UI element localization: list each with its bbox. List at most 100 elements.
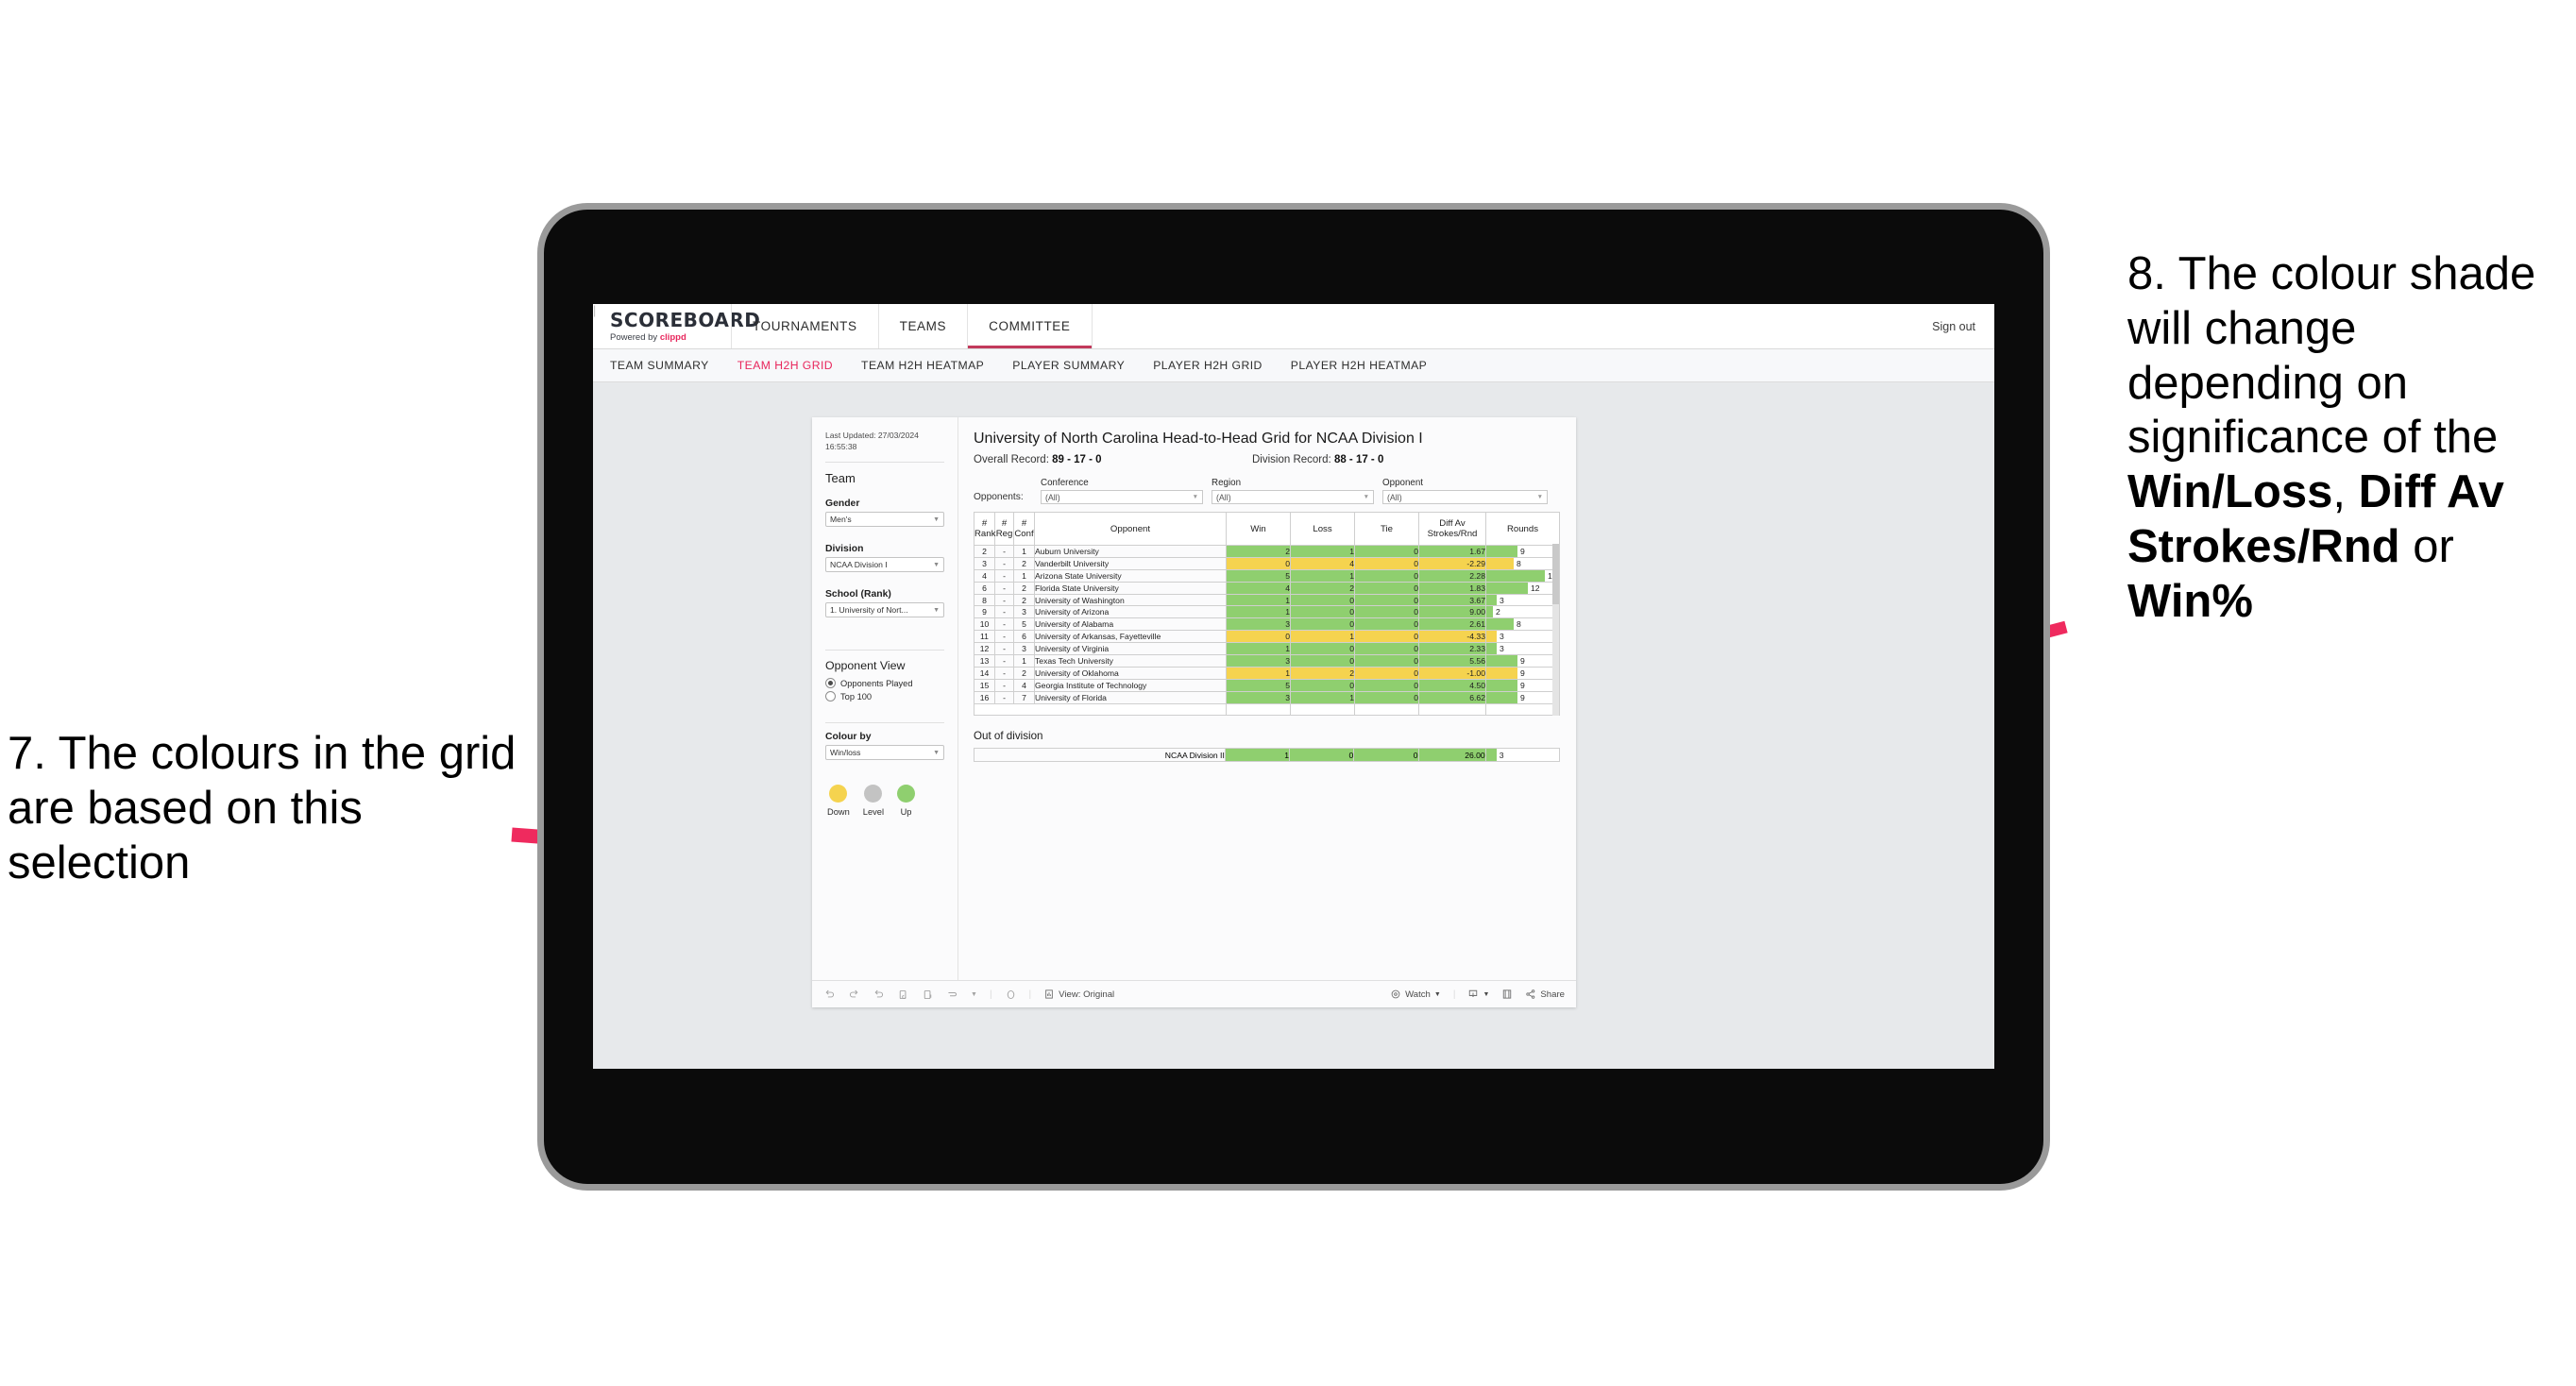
filler-cell: [974, 702, 1227, 717]
cell-rank: 13: [974, 654, 995, 668]
cell-rounds: 9: [1485, 690, 1560, 704]
cell-opponent: Texas Tech University: [1034, 654, 1227, 668]
table-row[interactable]: 10-5 University of Alabama 3 0 0 2.61 8: [974, 617, 1560, 632]
school-select-value: 1. University of Nort...: [830, 605, 908, 616]
table-row[interactable]: 4-1Arizona State University5102.2817: [974, 568, 1560, 583]
subnav-team-h2h-heatmap[interactable]: TEAM H2H HEATMAP: [861, 359, 984, 372]
refresh-data-icon[interactable]: [897, 989, 909, 1001]
radio-top-100[interactable]: Top 100: [825, 691, 944, 702]
cell-reg: -: [994, 568, 1014, 583]
colour-by-label: Colour by: [825, 732, 872, 743]
cell-conf: 2: [1013, 666, 1035, 680]
nav-item-teams[interactable]: TEAMS: [879, 304, 968, 348]
cell-reg: -: [994, 654, 1014, 668]
table-row[interactable]: 8-2 University of Washington 1 0 0 3.67 3: [974, 593, 1560, 607]
column-header-diff-av-strokes-rnd[interactable]: Diff Av Strokes/Rnd: [1418, 512, 1486, 546]
radio-icon: [825, 691, 836, 702]
view-original-button[interactable]: View: Original: [1043, 989, 1114, 1000]
column-header-conf[interactable]: # Conf: [1013, 512, 1035, 546]
nav-item-tournaments[interactable]: TOURNAMENTS: [732, 304, 878, 348]
column-header-win[interactable]: Win: [1226, 512, 1291, 546]
annotation-right-text: 8. The colour shade will change dependin…: [2127, 247, 2571, 630]
filter-region-select[interactable]: (All) ▼: [1212, 490, 1374, 504]
share-button[interactable]: Share: [1525, 989, 1565, 1000]
pane-divider: [825, 722, 944, 724]
column-header-reg[interactable]: # Reg: [994, 512, 1014, 546]
table-row[interactable]: 3-2 Vanderbilt University 0 4 0 -2.29 8: [974, 556, 1560, 570]
column-header-opponent[interactable]: Opponent: [1034, 512, 1227, 546]
column-header-rank[interactable]: # Rank: [974, 512, 996, 546]
cell-loss: 0: [1290, 642, 1355, 656]
watch-button[interactable]: Watch ▼: [1390, 989, 1441, 1000]
rounds-bar: [1486, 679, 1517, 691]
subnav-player-h2h-grid[interactable]: PLAYER H2H GRID: [1153, 359, 1263, 372]
colour-by-select[interactable]: Win/loss ▼: [825, 745, 944, 761]
subnav-team-h2h-grid[interactable]: TEAM H2H GRID: [737, 359, 833, 372]
filter-pane: Last Updated: 27/03/2024 16:55:38 Team G…: [812, 417, 958, 980]
column-header-loss[interactable]: Loss: [1290, 512, 1355, 546]
redo-icon[interactable]: [848, 989, 860, 1001]
gender-select[interactable]: Men's ▼: [825, 512, 944, 528]
highlight-icon[interactable]: [1005, 989, 1017, 1001]
cell-opponent: University of Oklahoma: [1034, 666, 1227, 680]
table-row[interactable]: 13-1 Texas Tech University 3 0 0 5.56 9: [974, 654, 1560, 668]
radio-opponents-played[interactable]: Opponents Played: [825, 678, 944, 689]
school-select[interactable]: 1. University of Nort... ▼: [825, 602, 944, 618]
scrollbar-thumb[interactable]: [1552, 544, 1559, 604]
filter-conference-select[interactable]: (All) ▼: [1041, 490, 1203, 504]
filler-cell: [1354, 702, 1419, 717]
revert-icon[interactable]: [873, 989, 885, 1001]
cell-rounds: 9: [1485, 678, 1560, 692]
filter-opponent-value: (All): [1387, 492, 1402, 502]
sign-out-link[interactable]: Sign out: [1932, 320, 1975, 333]
filter-opponent-select[interactable]: (All) ▼: [1382, 490, 1548, 504]
header-line: Rank: [974, 529, 996, 539]
chevron-down-icon[interactable]: ▼: [971, 991, 977, 998]
column-header-tie[interactable]: Tie: [1354, 512, 1419, 546]
fullscreen-icon[interactable]: [1501, 989, 1513, 1000]
table-scrollbar[interactable]: [1552, 544, 1559, 717]
subnav-player-h2h-heatmap[interactable]: PLAYER H2H HEATMAP: [1291, 359, 1427, 372]
cell-ood-opponent: NCAA Division II: [974, 748, 1226, 763]
rounds-bar: [1486, 618, 1514, 631]
cell-conf: 5: [1013, 617, 1035, 632]
table-row[interactable]: 9-3 University of Arizona 1 0 0 9.00 2: [974, 605, 1560, 619]
cell-loss: 1: [1290, 690, 1355, 704]
last-updated: Last Updated: 27/03/2024 16:55:38: [825, 431, 944, 452]
cell-rank: 9: [974, 605, 995, 619]
subnav-team-summary[interactable]: TEAM SUMMARY: [610, 359, 709, 372]
table-row[interactable]: 6-2 Florida State University 4 2 0 1.83 12: [974, 581, 1560, 595]
pause-updates-icon[interactable]: [922, 989, 934, 1001]
filler-cell: [1290, 702, 1355, 717]
filter-icon[interactable]: [946, 989, 958, 1001]
division-select[interactable]: NCAA Division I ▼: [825, 557, 944, 573]
table-row[interactable]: 14-2 University of Oklahoma 1 2 0 -1.00 9: [974, 666, 1560, 680]
header-line: Rounds: [1506, 523, 1539, 534]
cell-tie: 0: [1354, 678, 1419, 692]
table-row[interactable]: 11-6 University of Arkansas, Fayetteville…: [974, 630, 1560, 644]
opponent-filters: Opponents: Conference (All) ▼ Region (Al…: [974, 478, 1560, 504]
cell-loss: 0: [1290, 593, 1355, 607]
cell-reg: -: [994, 666, 1014, 680]
table-row[interactable]: 16-7 University of Florida 3 1 0 6.62 9: [974, 690, 1560, 704]
brand-title: SCOREBOARD: [610, 308, 761, 331]
table-row[interactable]: 2-1 Auburn University 2 1 0 1.67 9: [974, 545, 1560, 558]
download-button[interactable]: ▼: [1467, 989, 1489, 1000]
cell-rank: 6: [974, 581, 995, 595]
watch-label: Watch: [1405, 989, 1431, 1000]
out-of-division-row[interactable]: NCAA Division II 1 0 0 26.00 3: [974, 748, 1561, 763]
dashboard-body: Last Updated: 27/03/2024 16:55:38 Team G…: [812, 417, 1576, 980]
table-row[interactable]: 15-4 Georgia Institute of Technology 5 0 0 4.…: [974, 678, 1560, 692]
cell-diff: 1.67: [1418, 545, 1486, 558]
undo-icon[interactable]: [823, 989, 836, 1001]
cell-opponent: Arizona State University: [1034, 568, 1227, 583]
table-row[interactable]: 12-3 University of Virginia 1 0 0 2.33 3: [974, 642, 1560, 656]
subnav-player-summary[interactable]: PLAYER SUMMARY: [1012, 359, 1125, 372]
nav-item-committee[interactable]: COMMITTEE: [968, 304, 1092, 348]
cell-opponent: University of Florida: [1034, 690, 1227, 704]
brand-logo[interactable]: SCOREBOARD Powered by clippd: [593, 308, 761, 343]
radio-opponents-played-label: Opponents Played: [840, 678, 913, 688]
cell-rank: 8: [974, 593, 995, 607]
column-header-rounds[interactable]: Rounds: [1485, 512, 1560, 546]
